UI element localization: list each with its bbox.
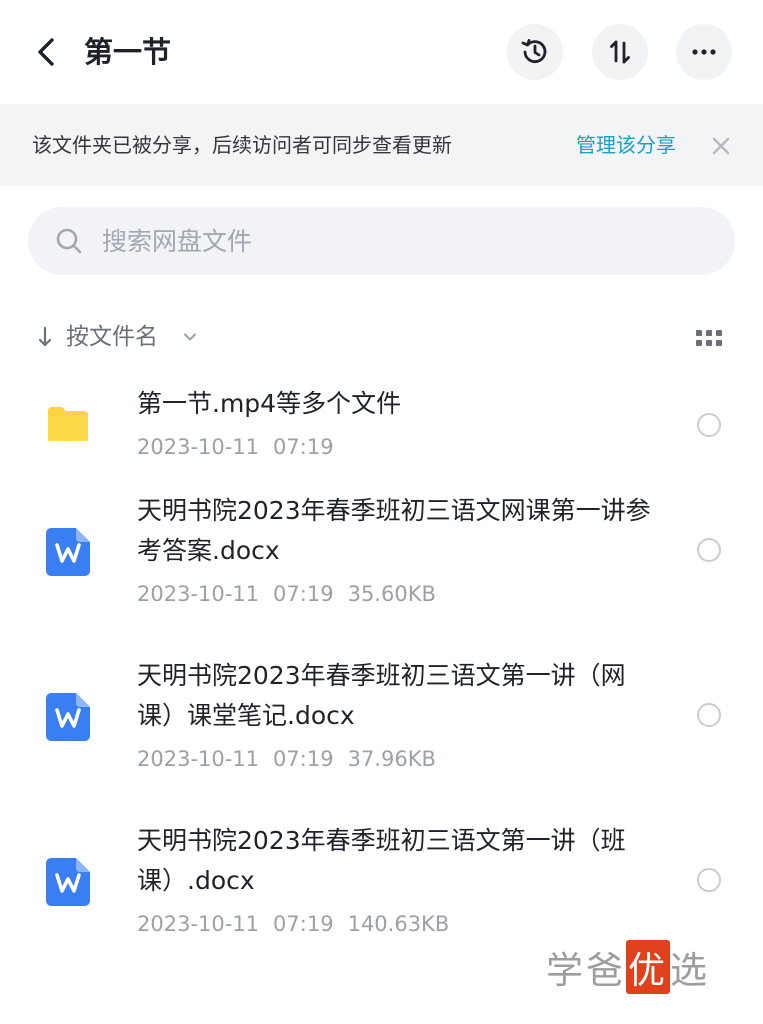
close-icon xyxy=(712,137,730,155)
word-doc-icon xyxy=(46,858,90,906)
watermark-text-end: 选 xyxy=(670,949,710,992)
folder-icon xyxy=(48,407,88,441)
file-time: 07:19 xyxy=(273,912,334,936)
top-bar: 第一节 xyxy=(0,0,763,104)
word-doc-icon xyxy=(46,528,90,576)
share-banner-text: 该文件夹已被分享，后续访问者可同步查看更新 xyxy=(32,133,452,157)
watermark-highlight: 优 xyxy=(626,940,670,994)
word-doc-icon xyxy=(46,693,90,741)
sort-button[interactable] xyxy=(592,24,648,80)
file-date: 2023-10-11 xyxy=(137,747,260,771)
watermark-text: 学爸 xyxy=(546,949,626,992)
share-banner: 该文件夹已被分享，后续访问者可同步查看更新 管理该分享 xyxy=(0,104,763,186)
file-date: 2023-10-11 xyxy=(137,912,260,936)
file-meta: 2023-10-11 07:19 140.63KB xyxy=(137,909,449,939)
select-checkbox[interactable] xyxy=(697,703,721,727)
file-name: 天明书院2023年春季班初三语文第一讲（网课）课堂笔记.docx xyxy=(137,661,626,730)
watermark: 学爸优选 xyxy=(546,940,710,994)
search-box[interactable] xyxy=(28,207,735,275)
share-banner-close-button[interactable] xyxy=(708,133,734,159)
sort-icon xyxy=(610,40,630,64)
select-checkbox[interactable] xyxy=(697,538,721,562)
file-name: 天明书院2023年春季班初三语文网课第一讲参考答案.docx xyxy=(137,496,651,565)
file-size: 140.63KB xyxy=(347,912,450,936)
page-title: 第一节 xyxy=(84,35,172,69)
select-checkbox[interactable] xyxy=(697,413,721,437)
search-input[interactable] xyxy=(102,207,702,275)
file-size: 37.96KB xyxy=(347,747,436,771)
list-item[interactable]: 天明书院2023年春季班初三语文第一讲（网课）课堂笔记.docx 2023-10… xyxy=(0,644,763,809)
file-name: 天明书院2023年春季班初三语文第一讲（班课）.docx xyxy=(137,826,626,895)
back-button[interactable] xyxy=(30,30,66,74)
grid-view-icon[interactable] xyxy=(696,330,722,346)
file-meta: 2023-10-11 07:19 35.60KB xyxy=(137,579,436,609)
file-date: 2023-10-11 xyxy=(137,435,260,459)
file-date: 2023-10-11 xyxy=(137,582,260,606)
file-name: 第一节.mp4等多个文件 xyxy=(137,389,402,418)
file-time: 07:19 xyxy=(273,435,334,459)
file-time: 07:19 xyxy=(273,747,334,771)
more-button[interactable] xyxy=(676,24,732,80)
list-item[interactable]: 第一节.mp4等多个文件 2023-10-11 07:19 xyxy=(0,372,763,479)
chevron-down-icon[interactable] xyxy=(182,329,198,345)
manage-share-link[interactable]: 管理该分享 xyxy=(576,104,676,186)
sort-down-arrow-icon xyxy=(38,326,52,347)
list-item[interactable]: 天明书院2023年春季班初三语文网课第一讲参考答案.docx 2023-10-1… xyxy=(0,479,763,644)
history-icon xyxy=(521,39,547,64)
sort-bar: 按文件名 xyxy=(0,316,763,358)
history-button[interactable] xyxy=(507,24,563,80)
more-icon xyxy=(692,49,716,55)
file-meta: 2023-10-11 07:19 37.96KB xyxy=(137,744,436,774)
file-list: 第一节.mp4等多个文件 2023-10-11 07:19 天明书院2023年春季… xyxy=(0,372,763,974)
file-meta: 2023-10-11 07:19 xyxy=(137,432,334,462)
file-size: 35.60KB xyxy=(347,582,436,606)
sort-by-filename-dropdown[interactable]: 按文件名 xyxy=(66,316,158,358)
back-arrow-icon xyxy=(38,38,54,66)
select-checkbox[interactable] xyxy=(697,868,721,892)
search-icon xyxy=(54,226,84,256)
file-time: 07:19 xyxy=(273,582,334,606)
